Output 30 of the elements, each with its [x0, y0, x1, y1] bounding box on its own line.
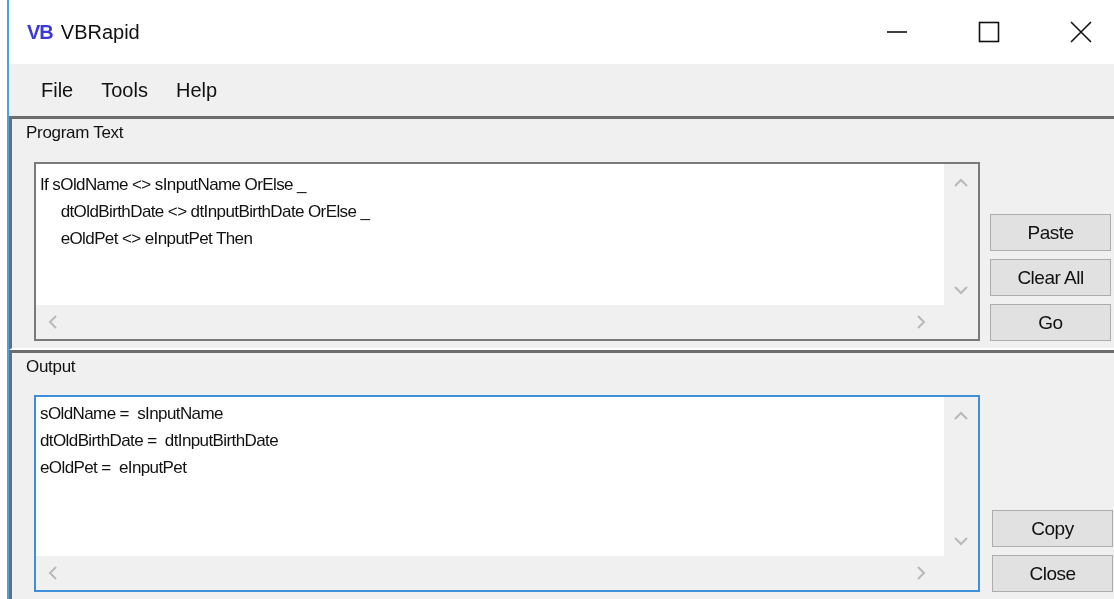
scroll-up-icon[interactable] — [954, 411, 968, 421]
code-line: dtOldBirthDate = dtInputBirthDate — [40, 430, 280, 452]
text-area[interactable]: sOldName = sInputName dtOldBirthDate = dtInputBirthDate eOldPet = eInputPet — [34, 395, 980, 592]
code-line: eOldPet = eInputPet — [40, 457, 188, 479]
menu-item[interactable]: File — [33, 74, 82, 106]
text-area[interactable]: If sOldName <> sInputName OrElse _ dtOldBirthDate <> dtInputBirthDate OrElse _ eOldPet <> eInputPet Then — [34, 162, 980, 341]
panel-label: Output — [25, 356, 77, 378]
action-button[interactable]: Copy — [992, 510, 1113, 547]
code-line: eOldPet <> eInputPet Then — [59, 228, 254, 250]
scroll-up-icon[interactable] — [954, 178, 968, 188]
action-button[interactable]: Paste — [990, 214, 1111, 251]
action-button[interactable]: Go — [990, 304, 1111, 341]
panel-label: Program Text — [25, 122, 125, 144]
action-button[interactable]: Clear All — [990, 259, 1111, 296]
scroll-right-icon[interactable] — [916, 315, 926, 329]
scroll-left-icon[interactable] — [48, 315, 58, 329]
app-logo: VB — [27, 20, 53, 44]
window-title: VBRapid — [60, 20, 140, 44]
scroll-down-icon[interactable] — [954, 285, 968, 295]
scroll-down-icon[interactable] — [954, 536, 968, 546]
code-line: sOldName = sInputName — [40, 403, 224, 425]
scroll-left-icon[interactable] — [48, 566, 58, 580]
close-icon[interactable] — [1070, 21, 1092, 43]
menu-item[interactable]: Tools — [93, 74, 156, 106]
code-line: If sOldName <> sInputName OrElse _ — [40, 174, 308, 196]
maximize-icon[interactable] — [978, 21, 1000, 43]
menu-item[interactable]: Help — [167, 74, 226, 106]
code-line: dtOldBirthDate <> dtInputBirthDate OrElse _ — [59, 201, 371, 223]
action-button[interactable]: Close — [992, 555, 1113, 592]
scroll-right-icon[interactable] — [916, 566, 926, 580]
